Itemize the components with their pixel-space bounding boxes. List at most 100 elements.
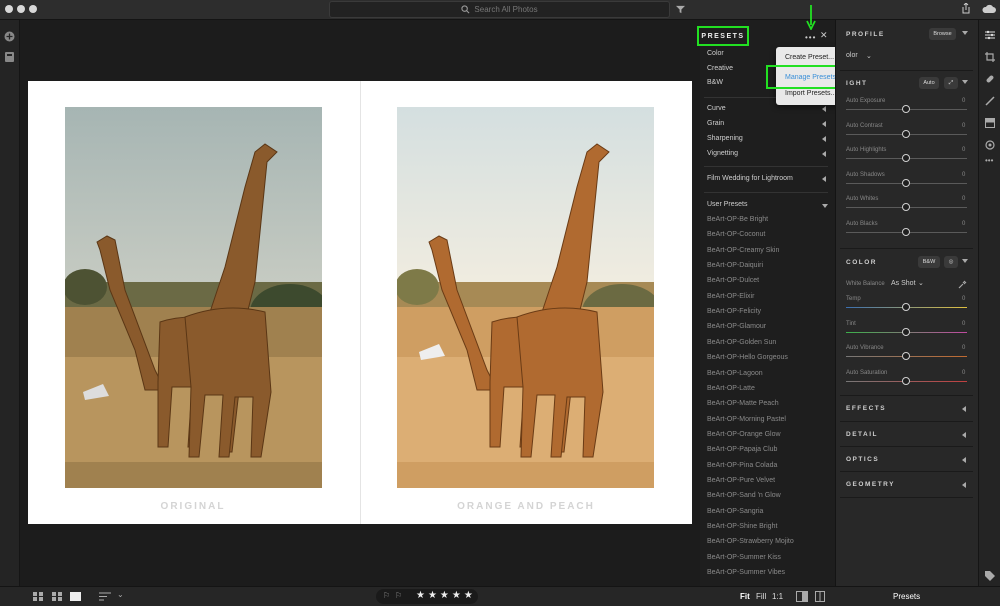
color-mixer-icon[interactable]: ◎	[944, 256, 958, 268]
user-preset-item[interactable]: BeArt-OP-Pina Colada	[707, 462, 777, 469]
user-preset-item[interactable]: BeArt-OP-Lagoon	[707, 370, 763, 377]
slider-value[interactable]: 0	[962, 296, 965, 302]
slider-handle[interactable]	[902, 303, 910, 311]
slider-value[interactable]: 0	[962, 98, 965, 104]
user-preset-item[interactable]: BeArt-OP-Coconut	[707, 231, 765, 238]
slider-value[interactable]: 0	[962, 123, 965, 129]
slider-value[interactable]: 0	[962, 221, 965, 227]
preset-group-item[interactable]: Creative	[707, 65, 733, 72]
zoom-fit-button[interactable]: Fit	[740, 592, 750, 601]
preset-group-item[interactable]: B&W	[707, 79, 723, 86]
more-options-icon[interactable]: •••	[805, 33, 816, 42]
effects-expand-icon[interactable]	[962, 406, 966, 412]
browse-button[interactable]: Browse	[929, 28, 956, 40]
curve-edit-icon[interactable]: ⤢	[944, 77, 958, 89]
user-preset-item[interactable]: BeArt-OP-Elixir	[707, 293, 754, 300]
slider-handle[interactable]	[902, 129, 910, 138]
sort-icon[interactable]	[99, 592, 111, 601]
zoom-window-button[interactable]	[29, 5, 37, 13]
user-preset-item[interactable]: BeArt-OP-Creamy Skin	[707, 247, 779, 254]
slider-handle[interactable]	[902, 327, 910, 336]
flag-pick-icon[interactable]: ⚐	[383, 591, 390, 600]
user-preset-item[interactable]: BeArt-OP-Dulcet	[707, 277, 759, 284]
zoom-1to1-button[interactable]: 1:1	[772, 592, 783, 601]
slider-value[interactable]: 0	[962, 321, 965, 327]
light-collapse-icon[interactable]	[962, 80, 968, 84]
color-collapse-icon[interactable]	[962, 259, 968, 263]
brush-icon[interactable]	[985, 96, 995, 106]
profile-dropdown-icon[interactable]: ⌄	[866, 52, 872, 60]
detail-expand-icon[interactable]	[962, 432, 966, 438]
user-preset-item[interactable]: BeArt-OP-Glamour	[707, 323, 766, 330]
photo-grid-icon[interactable]	[52, 592, 62, 601]
slider-handle[interactable]	[902, 228, 910, 236]
flag-reject-icon[interactable]: ⚐	[395, 591, 402, 600]
slider-handle[interactable]	[902, 178, 910, 187]
user-preset-item[interactable]: BeArt-OP-Shine Bright	[707, 523, 777, 530]
user-preset-item[interactable]: BeArt-OP-Felicity	[707, 308, 761, 315]
crop-icon[interactable]	[985, 52, 995, 62]
linear-gradient-icon[interactable]	[985, 118, 995, 128]
import-presets-menu-item[interactable]: Import Presets...	[785, 90, 836, 97]
preset-effect-item[interactable]: Grain	[707, 120, 724, 127]
slider-handle[interactable]	[902, 105, 910, 113]
slider-value[interactable]: 0	[962, 196, 965, 202]
profile-collapse-icon[interactable]	[962, 31, 968, 35]
user-preset-item[interactable]: BeArt-OP-Strawberry Mojito	[707, 538, 794, 545]
white-balance-value[interactable]: As Shot	[891, 280, 916, 287]
optics-header[interactable]: OPTICS	[846, 456, 879, 463]
search-field[interactable]: Search All Photos	[329, 1, 670, 18]
preset-effect-item[interactable]: Vignetting	[707, 150, 738, 157]
before-after-icon[interactable]	[796, 591, 808, 602]
expand-icon[interactable]	[822, 176, 826, 182]
collapse-icon[interactable]	[822, 204, 828, 208]
tag-icon[interactable]	[985, 571, 995, 581]
user-presets-group[interactable]: User Presets	[707, 201, 747, 208]
expand-icon[interactable]	[822, 151, 826, 157]
more-tools-icon[interactable]: •••	[985, 156, 993, 165]
filter-icon[interactable]	[676, 5, 685, 14]
user-preset-item[interactable]: BeArt-OP-Summer Vibes	[707, 569, 785, 576]
slider-value[interactable]: 0	[962, 345, 965, 351]
preset-group-item[interactable]: Color	[707, 50, 724, 57]
minimize-window-button[interactable]	[17, 5, 25, 13]
compare-icon[interactable]	[815, 591, 825, 602]
film-wedding-group[interactable]: Film Wedding for Lightroom	[707, 175, 793, 182]
comparison-divider[interactable]	[360, 81, 361, 524]
healing-icon[interactable]	[985, 74, 995, 84]
slider-value[interactable]: 0	[962, 147, 965, 153]
star-rating[interactable]: ★★★★★	[416, 590, 476, 601]
profile-value[interactable]: olor	[846, 52, 858, 59]
cloud-icon[interactable]	[982, 4, 996, 14]
user-preset-item[interactable]: BeArt-OP-Pure Velvet	[707, 477, 775, 484]
slider-handle[interactable]	[902, 352, 910, 360]
user-preset-item[interactable]: BeArt-OP-Be Bright	[707, 216, 768, 223]
user-preset-item[interactable]: BeArt-OP-Summer Kiss	[707, 554, 781, 561]
user-preset-item[interactable]: BeArt-OP-Latte	[707, 385, 755, 392]
eyedropper-icon[interactable]	[958, 280, 967, 289]
geometry-expand-icon[interactable]	[962, 482, 966, 488]
slider-value[interactable]: 0	[962, 370, 965, 376]
user-preset-item[interactable]: BeArt-OP-Orange Glow	[707, 431, 781, 438]
edit-sliders-icon[interactable]	[985, 30, 995, 40]
preset-effect-item[interactable]: Sharpening	[707, 135, 743, 142]
presets-tab-button[interactable]: Presets	[893, 592, 920, 601]
geometry-header[interactable]: GEOMETRY	[846, 481, 895, 488]
create-preset-menu-item[interactable]: Create Preset...	[785, 54, 834, 61]
user-preset-item[interactable]: BeArt-OP-Matte Peach	[707, 400, 779, 407]
user-preset-item[interactable]: BeArt-OP-Papaja Club	[707, 446, 777, 453]
expand-icon[interactable]	[822, 121, 826, 127]
library-icon[interactable]	[5, 52, 14, 62]
user-preset-item[interactable]: BeArt-OP-Daiquiri	[707, 262, 763, 269]
close-panel-icon[interactable]: ✕	[820, 30, 828, 41]
square-grid-icon[interactable]	[33, 592, 43, 601]
bw-button[interactable]: B&W	[918, 256, 940, 268]
auto-button[interactable]: Auto	[919, 77, 939, 89]
preset-effect-item[interactable]: Curve	[707, 105, 726, 112]
user-preset-item[interactable]: BeArt-OP-Sangria	[707, 508, 763, 515]
close-window-button[interactable]	[5, 5, 13, 13]
optics-expand-icon[interactable]	[962, 457, 966, 463]
slider-handle[interactable]	[902, 376, 910, 385]
slider-value[interactable]: 0	[962, 172, 965, 178]
effects-header[interactable]: EFFECTS	[846, 405, 886, 412]
